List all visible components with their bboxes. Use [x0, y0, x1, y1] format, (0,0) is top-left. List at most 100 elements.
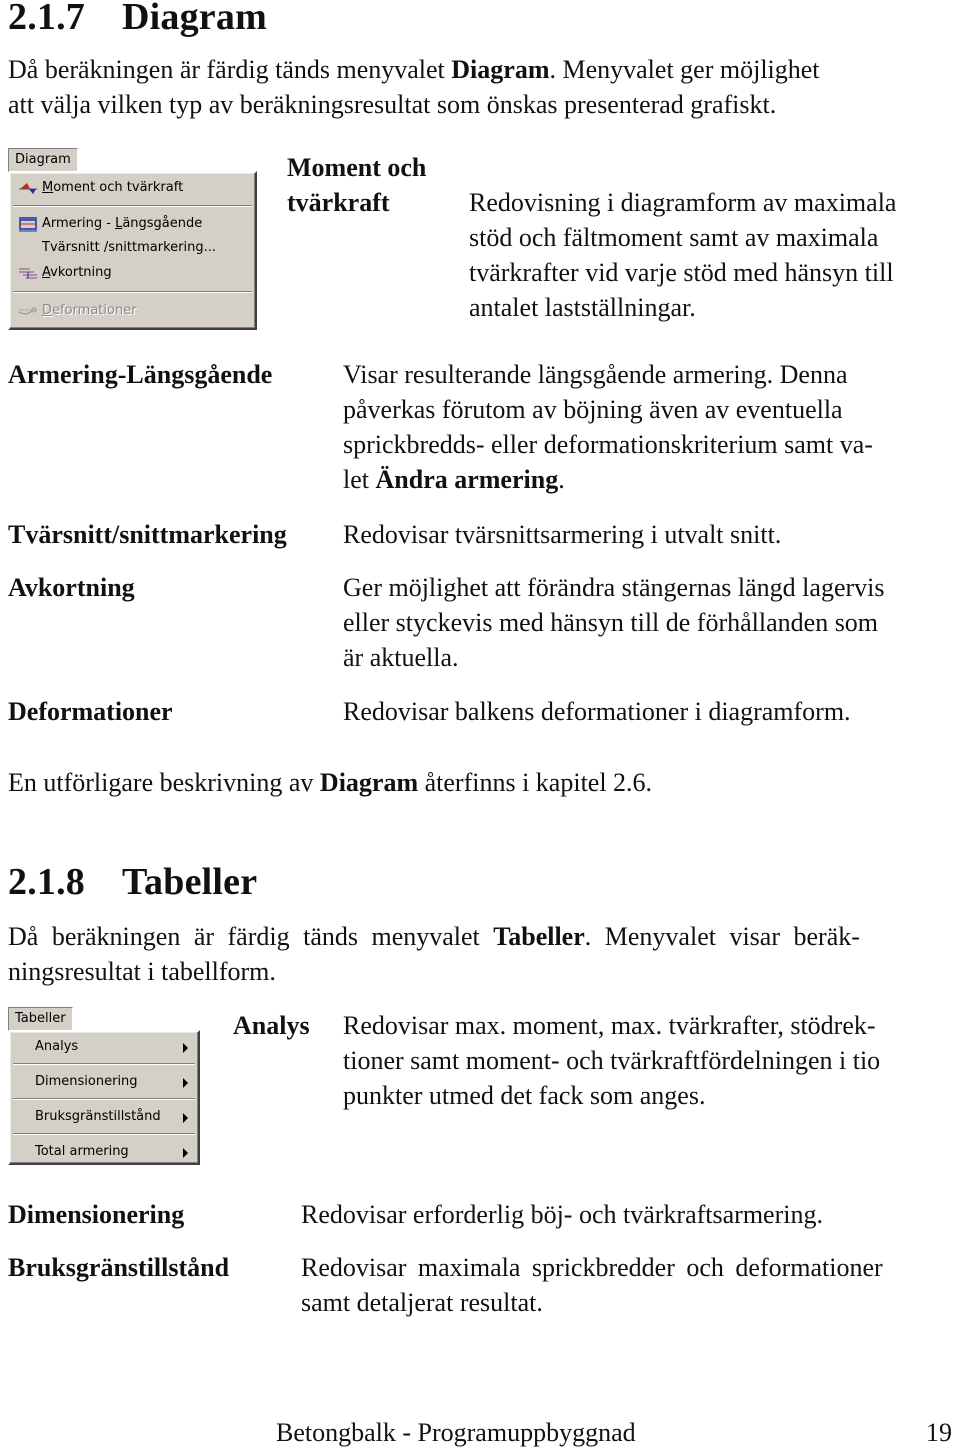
submenu-arrow-icon: [183, 1043, 188, 1053]
menu-item-label: oment och tvärkraft: [53, 180, 184, 195]
rebar-icon: [19, 217, 37, 232]
intro-bold-menu-name: Diagram: [451, 55, 550, 84]
term-tvarsnitt-snittmarkering: Tvärsnitt/snittmarkering: [8, 520, 287, 549]
desc-line: sprickbredds- eller deformationskriteriu…: [343, 430, 873, 459]
desc-line: Redovisar maximala sprickbredder och def…: [301, 1253, 883, 1282]
section-title: Tabeller: [122, 861, 258, 903]
menu-separator: [13, 1098, 195, 1100]
submenu-arrow-icon: [183, 1148, 188, 1158]
menu-item-mnemonic: M: [42, 180, 54, 195]
desc-line: påverkas förutom av böjning även av even…: [343, 395, 843, 424]
desc-line: tvärkrafter vid varje stöd med hänsyn ti…: [469, 258, 894, 287]
section-number: 2.1.8: [8, 861, 85, 903]
intro-text: . Menyvalet ger möjlighet: [549, 55, 820, 84]
intro-text-line2: ningsresultat i tabellform.: [8, 957, 276, 986]
term-armering-langsgaende: Armering-Längsgående: [8, 360, 273, 389]
desc-line: Redovisar balkens deformationer i diagra…: [343, 697, 851, 726]
menu-item-avkortning[interactable]: Avkortning: [10, 261, 255, 285]
menu-item-bruksgranstillstand[interactable]: Bruksgränstillstånd: [10, 1105, 198, 1129]
desc-deformationer: Redovisar balkens deformationer i diagra…: [343, 694, 851, 729]
desc-armering-langsgaende: Visar resulterande längsgående armering.…: [343, 357, 873, 497]
tabeller-menu-panel: Analys Dimensionering Bruksgränstillstån…: [8, 1030, 200, 1165]
tabeller-intro: Då beräkningen är färdig tänds menyvalet…: [8, 919, 956, 989]
desc-text: let: [343, 465, 376, 494]
menu-item-label: Bruksgränstillstånd: [35, 1109, 161, 1124]
menu-separator: [13, 205, 252, 207]
submenu-arrow-icon: [183, 1113, 188, 1123]
term-line: tvärkraft: [287, 188, 390, 217]
menu-item-label: Tvärsnitt /snittmarkering...: [42, 240, 216, 255]
desc-line: Redovisar erforderlig böj- och tvärkraft…: [301, 1200, 823, 1229]
outro-text: återfinns i kapitel 2.6.: [418, 768, 653, 797]
desc-line: eller styckevis med hänsyn till de förhå…: [343, 608, 879, 637]
menu-item-label: Total armering: [35, 1144, 129, 1159]
desc-avkortning: Ger möjlighet att förändra stängernas lä…: [343, 570, 884, 675]
section-title: Diagram: [122, 0, 267, 38]
intro-text: . Menyvalet visar beräk-: [584, 922, 860, 951]
term-deformationer: Deformationer: [8, 697, 173, 726]
desc-line: Redovisar max. moment, max. tvärkrafter,…: [343, 1011, 876, 1040]
desc-line: är aktuella.: [343, 643, 459, 672]
menu-separator: [13, 291, 252, 293]
term-line: Moment och: [287, 153, 427, 182]
desc-analys: Redovisar max. moment, max. tvärkrafter,…: [343, 1008, 880, 1113]
diagram-menu: Diagram Moment och tvärkraft Armering - …: [8, 148, 258, 330]
section-heading-diagram: 2.1.7 Diagram: [8, 0, 267, 36]
desc-line: punkter utmed det fack som anges.: [343, 1081, 706, 1110]
menu-item-armering-langsgaende[interactable]: Armering - Längsgående: [10, 212, 255, 236]
menu-title-diagram[interactable]: Diagram: [8, 148, 78, 172]
diagram-menu-panel: Moment och tvärkraft Armering - Längsgåe…: [8, 171, 257, 330]
desc-line: Visar resulterande längsgående armering.…: [343, 360, 848, 389]
desc-line: antalet lastställningar.: [469, 293, 696, 322]
menu-separator: [13, 1133, 195, 1135]
menu-item-label: vkortning: [50, 265, 112, 280]
menu-item-total-armering[interactable]: Total armering: [10, 1140, 198, 1164]
term-bruksgranstillstand: Bruksgränstillstånd: [8, 1253, 230, 1282]
tabeller-menu: Tabeller Analys Dimensionering Bruksgrän…: [8, 1007, 200, 1165]
page-number: 19: [926, 1418, 952, 1447]
intro-bold-menu-name: Tabeller: [493, 922, 585, 951]
menu-item-mnemonic: D: [42, 303, 53, 318]
term-analys: Analys: [233, 1011, 310, 1040]
desc-line: tioner samt moment- och tvärkraftfördeln…: [343, 1046, 881, 1075]
term-avkortning: Avkortning: [8, 573, 135, 602]
menu-item-label: Dimensionering: [35, 1074, 138, 1089]
desc-dimensionering: Redovisar erforderlig böj- och tvärkraft…: [301, 1197, 823, 1232]
diagram-intro: Då beräkningen är färdig tänds menyvalet…: [8, 52, 956, 122]
section-heading-tabeller: 2.1.8 Tabeller: [8, 863, 257, 901]
menu-item-mnemonic: A: [42, 265, 51, 280]
desc-bold-menu-name: Ändra armering: [375, 465, 559, 494]
desc-line: Redovisning i diagramform av maximala: [469, 188, 897, 217]
menu-title-tabeller[interactable]: Tabeller: [8, 1007, 73, 1031]
outro-bold-menu-name: Diagram: [319, 768, 419, 797]
desc-line: samt detaljerat resultat.: [301, 1288, 543, 1317]
diagram-outro: En utförligare beskrivning av Diagram åt…: [8, 765, 652, 800]
section-number: 2.1.7: [8, 0, 85, 38]
menu-item-moment-och-tvarkraft[interactable]: Moment och tvärkraft: [10, 176, 255, 200]
desc-text: .: [558, 465, 565, 494]
menu-item-analys[interactable]: Analys: [10, 1035, 198, 1059]
intro-text: Då beräkningen är färdig tänds menyvalet: [8, 55, 452, 84]
desc-line: Ger möjlighet att förändra stängernas lä…: [343, 573, 885, 602]
menu-item-tvarsnitt-snittmarkering[interactable]: Tvärsnitt /snittmarkering...: [10, 236, 255, 260]
intro-text-line2: att välja vilken typ av beräkningsresult…: [8, 90, 777, 119]
desc-bruksgranstillstand: Redovisar maximala sprickbredder och def…: [301, 1250, 883, 1320]
menu-item-dimensionering[interactable]: Dimensionering: [10, 1070, 198, 1094]
deformation-icon: [18, 307, 37, 315]
desc-moment-och-tvarkraft: Redovisning i diagramform av maximala st…: [469, 185, 896, 325]
desc-tvarsnitt-snittmarkering: Redovisar tvärsnittsarmering i utvalt sn…: [343, 517, 781, 552]
menu-item-label: Armering -: [42, 216, 116, 231]
menu-item-deformationer[interactable]: Deformationer: [10, 299, 255, 323]
term-dimensionering: Dimensionering: [8, 1200, 185, 1229]
outro-text: En utförligare beskrivning av: [8, 768, 320, 797]
moment-chart-icon: [19, 183, 37, 194]
curtailment-icon: [19, 268, 37, 279]
menu-item-label: eformationer: [52, 303, 137, 318]
footer-title: Betongbalk - Programuppbyggnad: [276, 1418, 636, 1447]
desc-line: Redovisar tvärsnittsarmering i utvalt sn…: [343, 520, 782, 549]
intro-text: Då beräkningen är färdig tänds menyvalet: [8, 922, 494, 951]
term-moment-och-tvarkraft: Moment och tvärkraft: [287, 150, 426, 220]
menu-item-label: Analys: [35, 1039, 79, 1054]
menu-item-label: ängsgående: [122, 216, 203, 231]
submenu-arrow-icon: [183, 1078, 188, 1088]
